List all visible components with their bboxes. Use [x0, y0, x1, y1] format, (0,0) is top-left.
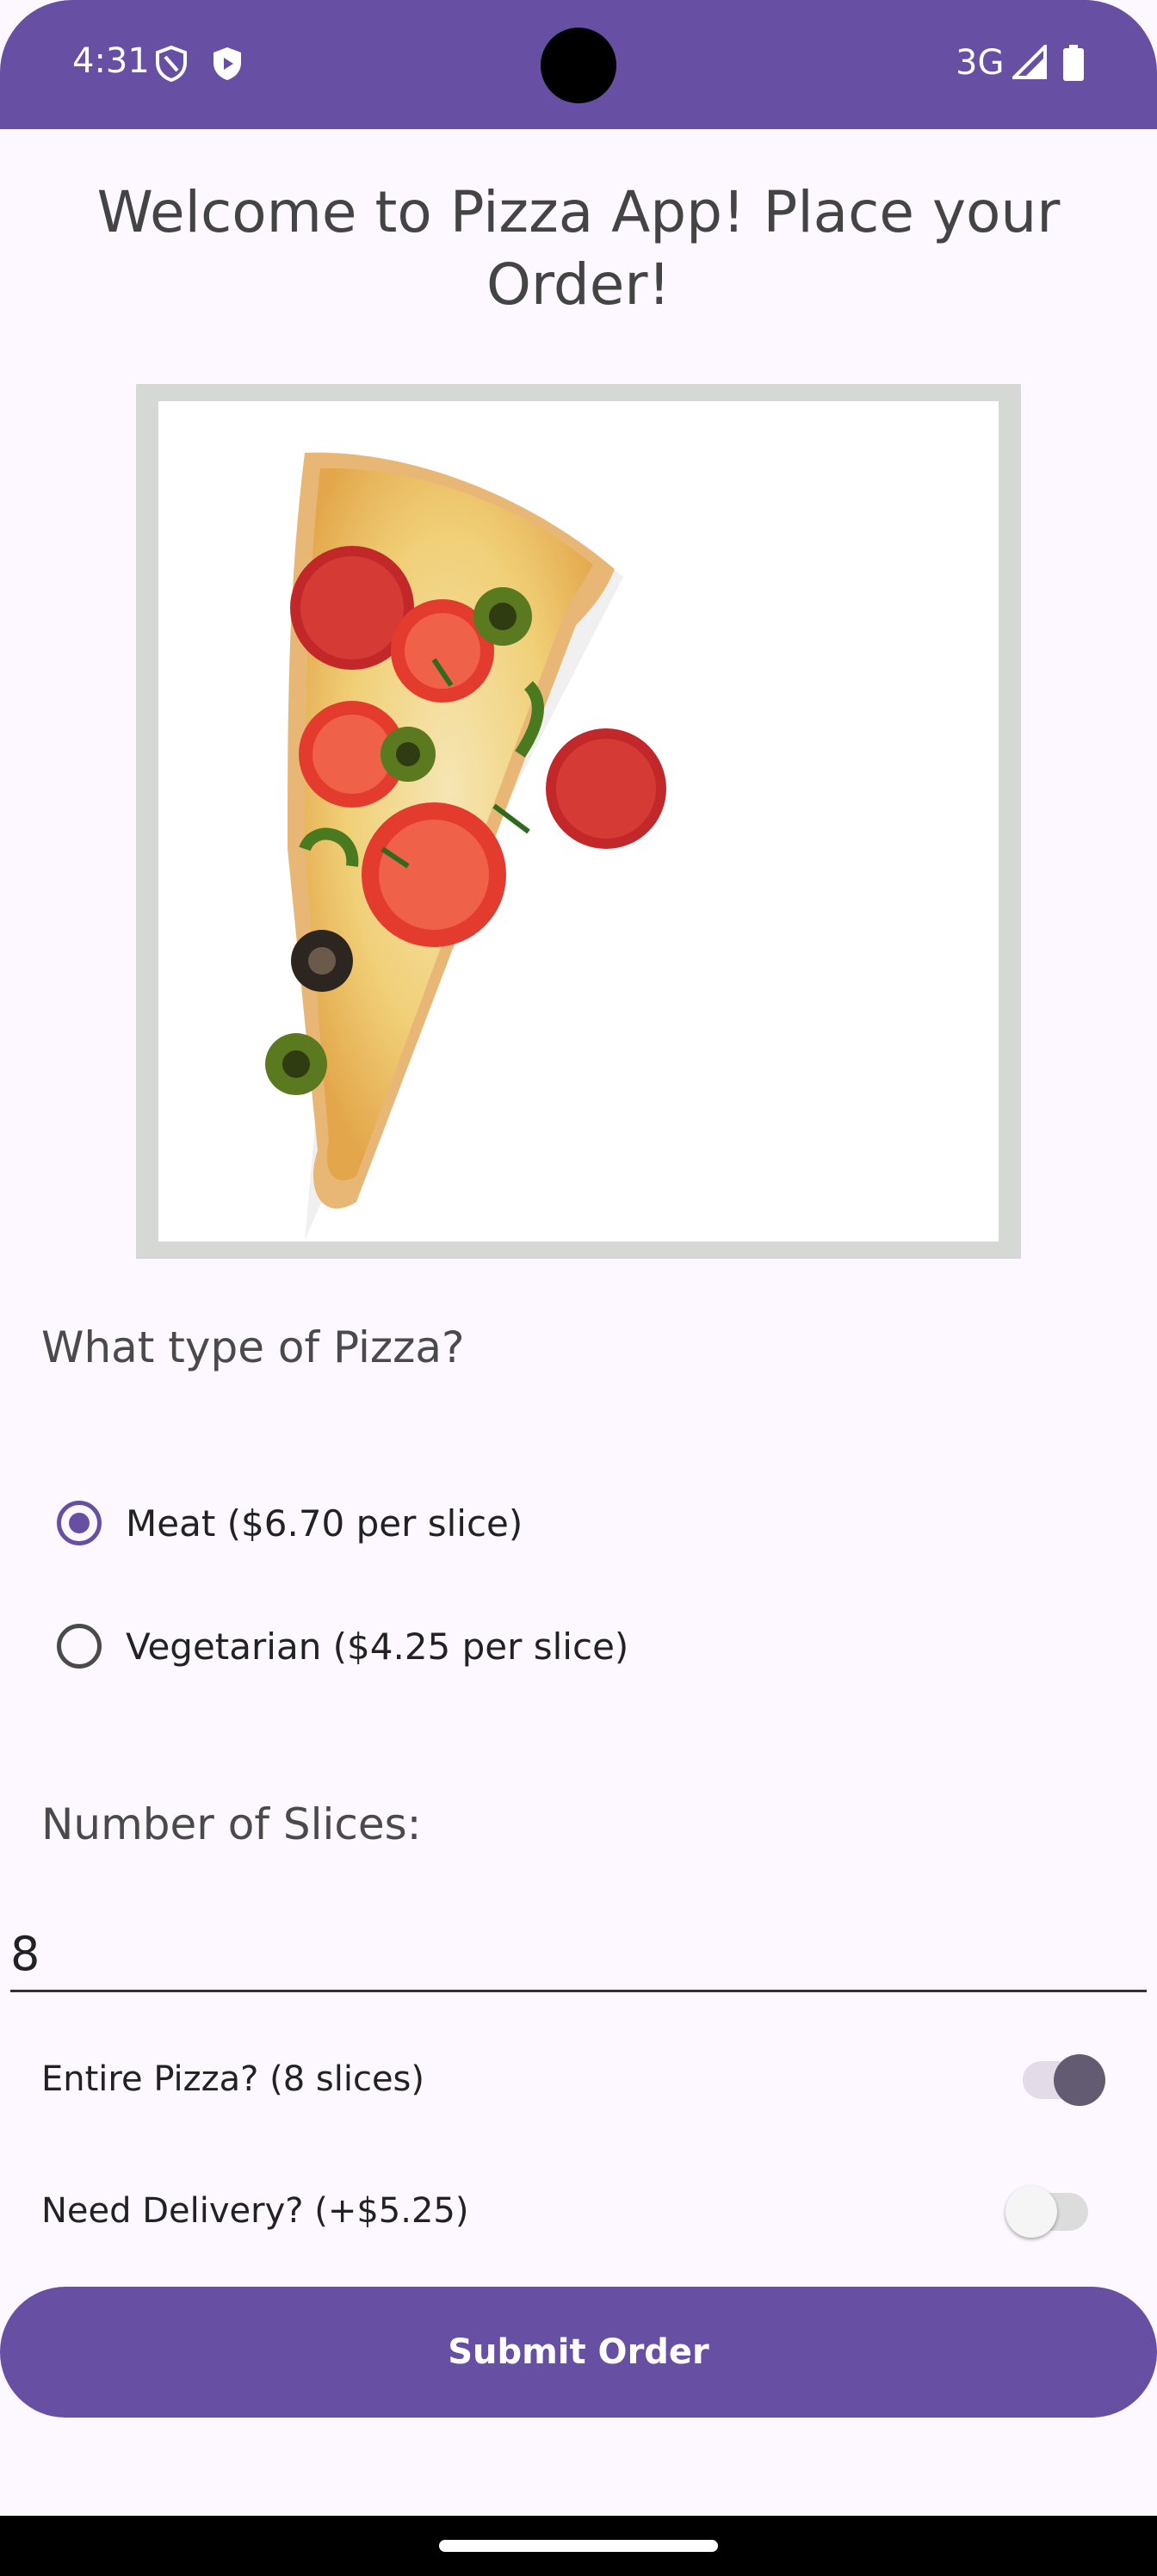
- slices-input[interactable]: [10, 1918, 1147, 1992]
- entire-pizza-row: Entire Pizza? (8 slices): [41, 2042, 1117, 2120]
- delivery-label: Need Delivery? (+$5.25): [41, 2191, 469, 2231]
- slices-label: Number of Slices:: [41, 1799, 422, 1849]
- radio-vegetarian-label[interactable]: Vegetarian ($4.25 per slice): [126, 1625, 628, 1668]
- status-time: 4:31: [72, 41, 150, 81]
- vpn-shield-icon: [153, 45, 189, 87]
- signal-icon: [1010, 42, 1047, 84]
- home-handle[interactable]: [439, 2540, 718, 2552]
- network-type: 3G: [956, 43, 1005, 83]
- pizza-slice-image: [158, 401, 999, 1242]
- radio-meat-label[interactable]: Meat ($6.70 per slice): [126, 1502, 523, 1545]
- radio-meat[interactable]: Meat ($6.70 per slice): [52, 1484, 523, 1562]
- switch-thumb-on[interactable]: [1054, 2054, 1105, 2106]
- radio-selected-icon[interactable]: [57, 1501, 102, 1545]
- battery-icon: [1062, 45, 1085, 85]
- delivery-row: Need Delivery? (+$5.25): [41, 2174, 1117, 2251]
- play-protect-icon: [210, 45, 244, 87]
- radio-vegetarian[interactable]: Vegetarian ($4.25 per slice): [52, 1607, 628, 1685]
- submit-order-button[interactable]: Submit Order: [0, 2287, 1157, 2418]
- radio-dot: [69, 1513, 90, 1533]
- radio-unselected-icon[interactable]: [57, 1624, 102, 1669]
- entire-pizza-label: Entire Pizza? (8 slices): [41, 2059, 424, 2099]
- status-bar: 4:31 3G: [0, 0, 1157, 129]
- pizza-type-label: What type of Pizza?: [41, 1322, 465, 1372]
- page-title: Welcome to Pizza App! Place your Order!: [96, 179, 1061, 318]
- switch-thumb-off[interactable]: [1005, 2186, 1057, 2238]
- camera-cutout: [541, 28, 616, 103]
